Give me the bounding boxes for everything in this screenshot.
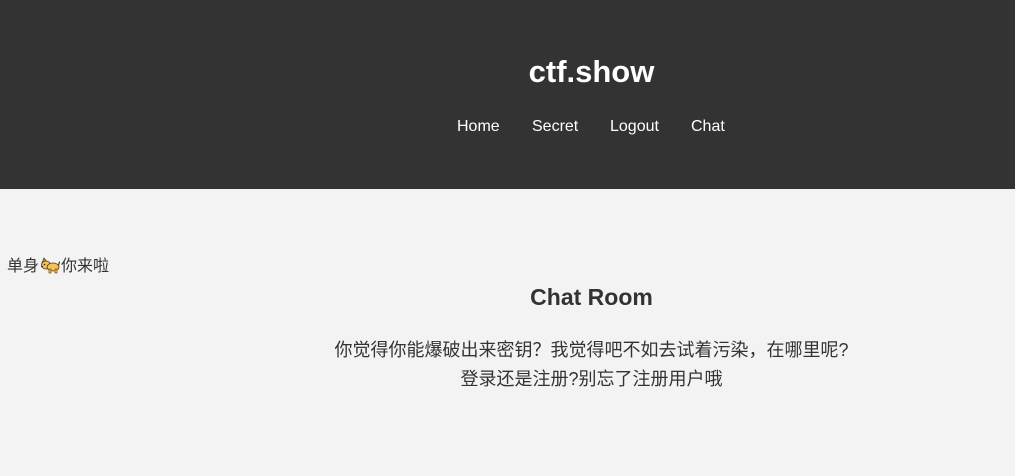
site-header: ctf.show Home Secret Logout Chat <box>0 0 1015 189</box>
nav-link-chat[interactable]: Chat <box>691 117 725 137</box>
chat-room-message-line-2: 登录还是注册?别忘了注册用户哦 <box>460 369 723 389</box>
nav-link-home[interactable]: Home <box>457 117 500 137</box>
welcome-note-suffix: 你来啦 <box>61 258 110 275</box>
chat-room-message-line-1: 你觉得你能爆破出来密钥？我觉得吧不如去试着污染，在哪里呢? <box>334 340 849 360</box>
welcome-note-prefix: 单身 <box>7 258 40 275</box>
nav-link-logout[interactable]: Logout <box>610 117 659 137</box>
dog-icon <box>40 256 61 274</box>
welcome-note: 单身 你来啦 <box>7 256 109 277</box>
nav-link-secret[interactable]: Secret <box>532 117 578 137</box>
chat-room-heading: Chat Room <box>530 284 653 310</box>
site-title: ctf.show <box>528 54 655 89</box>
main-nav: Home Secret Logout Chat <box>0 117 1015 139</box>
chat-room-message: 你觉得你能爆破出来密钥？我觉得吧不如去试着污染，在哪里呢? 登录还是注册?别忘了… <box>0 336 1015 394</box>
